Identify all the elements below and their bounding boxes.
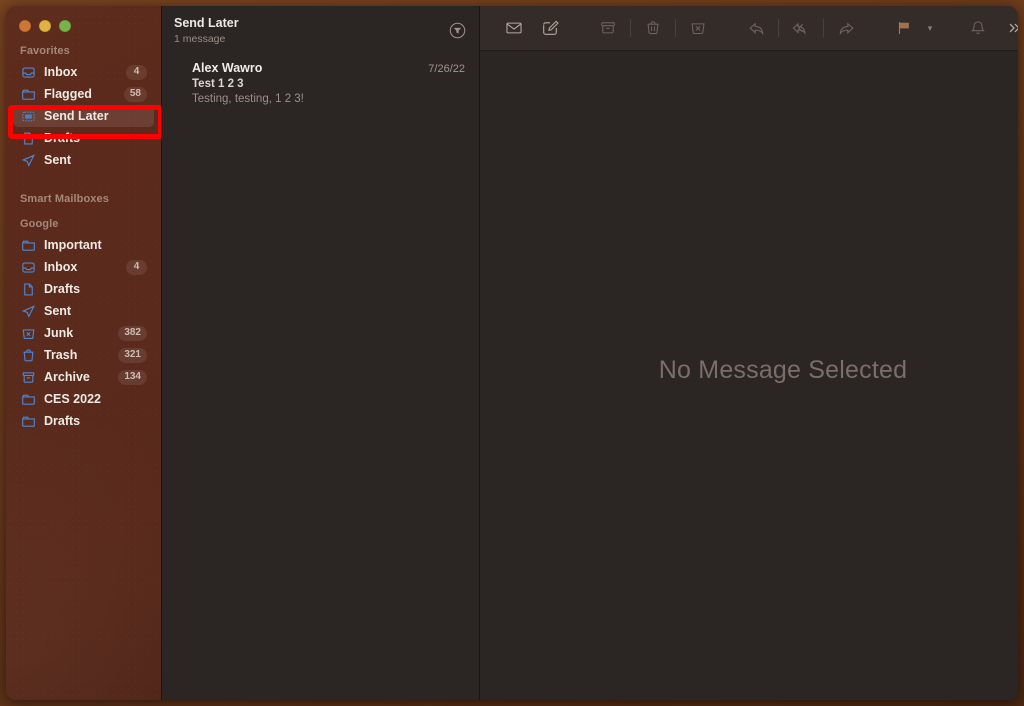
chevron-down-icon[interactable]: ▾ [922, 23, 938, 34]
folder-icon [21, 238, 36, 253]
sidebar-item-label: Sent [44, 304, 72, 318]
archive-button[interactable] [590, 14, 626, 42]
message-list-header: Send Later 1 message [162, 6, 479, 46]
sidebar-section-google-title: Google [20, 218, 59, 230]
junk-icon [21, 326, 36, 341]
message-preview: Testing, testing, 1 2 3! [192, 93, 304, 105]
window-traffic-lights [6, 6, 161, 32]
mail-app-window: Favorites Inbox 4 Flagged 58 Send Later … [6, 6, 1018, 700]
sidebar-item-drafts-google[interactable]: Drafts [13, 278, 154, 300]
minimize-window-button[interactable] [39, 20, 51, 32]
archive-icon [21, 370, 36, 385]
toolbar: ▾ [480, 6, 1018, 51]
toolbar-divider [675, 19, 676, 37]
message-row-top: Alex Wawro 7/26/22 [192, 61, 465, 75]
sent-icon [21, 153, 36, 168]
no-message-selected-label: No Message Selected [658, 356, 908, 384]
sidebar-section-smart-mailboxes-title: Smart Mailboxes [20, 193, 109, 205]
reply-button[interactable] [738, 14, 774, 42]
sidebar-item-send-later[interactable]: Send Later [13, 105, 154, 127]
delete-button[interactable] [635, 14, 671, 42]
forward-button[interactable] [828, 14, 864, 42]
sidebar-item-label: Drafts [44, 282, 81, 296]
reply-all-button[interactable] [783, 14, 819, 42]
send-later-icon [21, 109, 36, 124]
unread-badge: 134 [118, 369, 147, 385]
sidebar-item-drafts-folder[interactable]: Drafts [13, 410, 154, 432]
sidebar-item-label: Trash [44, 348, 78, 362]
sidebar-item-inbox-google[interactable]: Inbox 4 [13, 256, 154, 278]
folder-icon [21, 87, 36, 102]
chevron-double-right-icon[interactable] [996, 14, 1018, 42]
inbox-icon [21, 260, 36, 275]
folder-icon [21, 392, 36, 407]
unread-badge: 4 [126, 64, 147, 80]
sidebar-item-label: Drafts [44, 414, 81, 428]
unread-badge: 58 [123, 86, 147, 102]
reading-pane: ▾ No Message Selected [480, 6, 1018, 700]
sidebar-section-favorites-title: Favorites [20, 45, 70, 57]
inbox-icon [21, 65, 36, 80]
toolbar-divider [823, 19, 824, 37]
message-subject: Test 1 2 3 [192, 78, 244, 90]
message-date: 7/26/22 [428, 63, 465, 75]
sidebar-item-flagged[interactable]: Flagged 58 [13, 83, 154, 105]
sidebar-item-sent-google[interactable]: Sent [13, 300, 154, 322]
sidebar: Favorites Inbox 4 Flagged 58 Send Later … [6, 6, 161, 700]
sidebar-item-label: Send Later [44, 109, 109, 123]
sidebar-item-label: Sent [44, 153, 72, 167]
sidebar-item-important[interactable]: Important [13, 234, 154, 256]
sidebar-item-label: Important [44, 238, 102, 252]
empty-state-container: No Message Selected [480, 51, 1018, 700]
get-mail-button[interactable] [496, 14, 532, 42]
folder-icon [21, 414, 36, 429]
flag-button[interactable] [886, 14, 922, 42]
sidebar-item-inbox-favorite[interactable]: Inbox 4 [13, 61, 154, 83]
toolbar-right-group [996, 14, 1018, 42]
sidebar-item-label: Flagged [44, 87, 92, 101]
junk-button[interactable] [680, 14, 716, 42]
mute-button[interactable] [960, 14, 996, 42]
toolbar-divider [778, 19, 779, 37]
message-list-pane: Send Later 1 message Alex Wawro 7/26/22 … [161, 6, 480, 700]
message-count-label: 1 message [174, 33, 226, 45]
filter-icon[interactable] [448, 21, 467, 40]
drafts-icon [21, 131, 36, 146]
message-sender: Alex Wawro [192, 61, 263, 75]
sidebar-item-drafts-favorite[interactable]: Drafts [13, 127, 154, 149]
close-window-button[interactable] [19, 20, 31, 32]
sidebar-item-trash[interactable]: Trash 321 [13, 344, 154, 366]
mailbox-title: Send Later [174, 16, 239, 30]
sidebar-item-label: Drafts [44, 131, 81, 145]
message-list-item[interactable]: Alex Wawro 7/26/22 Test 1 2 3 Testing, t… [162, 61, 479, 105]
maximize-window-button[interactable] [59, 20, 71, 32]
sidebar-item-archive[interactable]: Archive 134 [13, 366, 154, 388]
sidebar-item-label: Archive [44, 370, 90, 384]
trash-icon [21, 348, 36, 363]
sidebar-item-junk[interactable]: Junk 382 [13, 322, 154, 344]
sidebar-item-label: Inbox [44, 260, 78, 274]
sidebar-item-ces-2022[interactable]: CES 2022 [13, 388, 154, 410]
compose-button[interactable] [532, 14, 568, 42]
unread-badge: 4 [126, 259, 147, 275]
sent-icon [21, 304, 36, 319]
drafts-icon [21, 282, 36, 297]
toolbar-divider [630, 19, 631, 37]
sidebar-item-sent-favorite[interactable]: Sent [13, 149, 154, 171]
sidebar-item-label: Junk [44, 326, 74, 340]
sidebar-item-label: CES 2022 [44, 392, 101, 406]
unread-badge: 321 [118, 347, 147, 363]
sidebar-item-label: Inbox [44, 65, 78, 79]
unread-badge: 382 [118, 325, 147, 341]
